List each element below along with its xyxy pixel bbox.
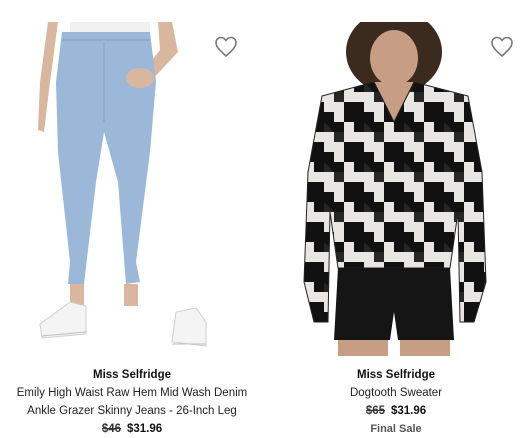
product-brand[interactable]: Miss Selfridge	[264, 366, 528, 384]
sale-price: $31.96	[391, 405, 427, 417]
price-row: $65 $31.96	[264, 402, 528, 420]
product-image-sweater[interactable]	[264, 22, 528, 356]
product-brand[interactable]: Miss Selfridge	[0, 366, 264, 384]
sale-price: $31.96	[127, 423, 163, 435]
product-name-line[interactable]: Ankle Grazer Skinny Jeans - 26-Inch Leg	[0, 402, 264, 420]
price-row: $46 $31.96	[0, 420, 264, 438]
product-info-sweater: Miss Selfridge Dogtooth Sweater $65 $31.9…	[264, 366, 528, 438]
product-card-jeans[interactable]: Miss Selfridge Emily High Waist Raw Hem …	[0, 0, 264, 438]
original-price: $46	[101, 423, 121, 435]
jeans-model-image	[38, 22, 207, 347]
product-name-line[interactable]: Emily High Waist Raw Hem Mid Wash Denim	[0, 384, 264, 402]
sweater-model-image	[303, 22, 487, 356]
product-info-jeans: Miss Selfridge Emily High Waist Raw Hem …	[0, 366, 264, 438]
product-name-line[interactable]: Dogtooth Sweater	[264, 384, 528, 402]
product-image-jeans[interactable]	[0, 22, 264, 356]
final-sale-badge: Final Sale	[370, 423, 422, 435]
original-price: $65	[365, 405, 385, 417]
heart-icon[interactable]	[214, 36, 238, 58]
heart-icon[interactable]	[490, 36, 514, 58]
product-card-sweater[interactable]: Miss Selfridge Dogtooth Sweater $65 $31.9…	[264, 0, 528, 438]
